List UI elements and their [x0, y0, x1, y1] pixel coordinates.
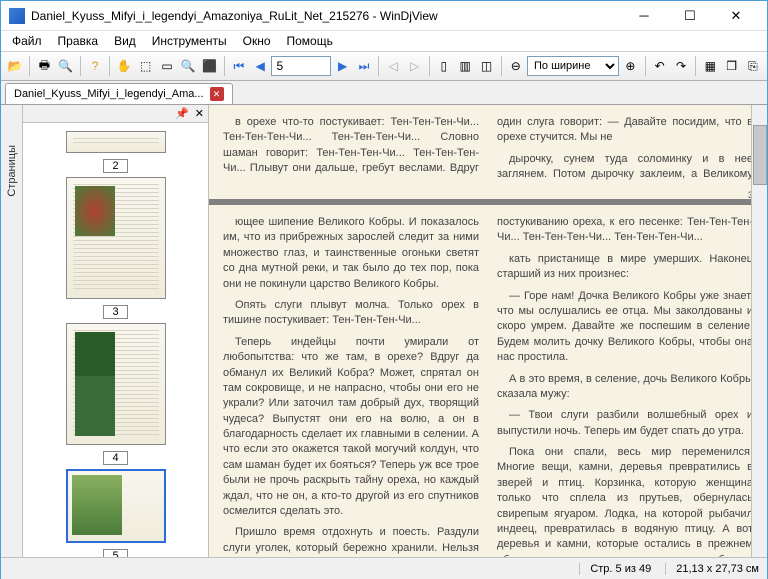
layers-icon[interactable]: ❐ — [721, 55, 741, 77]
menu-window[interactable]: Окно — [236, 32, 278, 50]
page-content: ющее шипение Великого Кобры. И показалос… — [209, 205, 767, 557]
find-icon[interactable]: 🔍 — [56, 55, 76, 77]
open-icon[interactable]: 📂 — [5, 55, 25, 77]
rect-tool-icon[interactable]: ▭ — [157, 55, 177, 77]
page-content: в орехе что-то постукивает: Тен-Тен-Тен-… — [209, 105, 767, 205]
hand-tool-icon[interactable]: ✋ — [114, 55, 134, 77]
print-icon[interactable]: 🖶 — [34, 55, 54, 77]
maximize-button[interactable]: ☐ — [667, 2, 713, 30]
scrollbar[interactable] — [751, 105, 767, 557]
status-dimensions: 21,13 x 27,73 см — [665, 563, 759, 575]
zoom-out-icon[interactable]: ⊖ — [506, 55, 526, 77]
thumbnail-list[interactable]: 2 3 4 5 — [23, 123, 208, 557]
close-button[interactable]: ✕ — [713, 2, 759, 30]
zoom-select[interactable]: По ширине — [527, 56, 619, 76]
zoom-tool-icon[interactable]: 🔍 — [178, 55, 198, 77]
menu-file[interactable]: Файл — [5, 32, 49, 50]
thumbnail-selected[interactable] — [66, 469, 166, 543]
tab-label: Daniel_Kyuss_Mifyi_i_legendyi_Ama... — [14, 88, 204, 100]
nav-back-icon[interactable]: ◁ — [383, 55, 403, 77]
thumbnail[interactable] — [66, 323, 166, 445]
thumbnail[interactable] — [66, 177, 166, 299]
thumbnail-label: 5 — [103, 549, 127, 557]
continuous-icon[interactable]: ▥ — [455, 55, 475, 77]
document-view[interactable]: в орехе что-то постукивает: Тен-Тен-Тен-… — [209, 105, 767, 557]
panel-close-icon[interactable]: ✕ — [195, 107, 204, 120]
next-page-icon[interactable]: ▶ — [332, 55, 352, 77]
first-page-icon[interactable]: ⏮ — [229, 55, 249, 77]
pin-icon[interactable]: 📌 — [175, 107, 189, 120]
document-tab[interactable]: Daniel_Kyuss_Mifyi_i_legendyi_Ama... ✕ — [5, 83, 233, 104]
prev-page-icon[interactable]: ◀ — [250, 55, 270, 77]
menubar: Файл Правка Вид Инструменты Окно Помощь — [1, 31, 767, 51]
page-number-input[interactable] — [271, 56, 331, 76]
nav-fwd-icon[interactable]: ▷ — [404, 55, 424, 77]
sidebar-tab[interactable]: Страницы — [1, 105, 23, 557]
thumbnail[interactable] — [66, 131, 166, 153]
thumbnail-header: 📌 ✕ — [23, 105, 208, 123]
main-area: Страницы 📌 ✕ 2 3 4 5 в орехе что-то пост… — [1, 105, 767, 557]
minimize-button[interactable]: ─ — [621, 2, 667, 30]
scrollbar-thumb[interactable] — [753, 125, 767, 185]
thumbnail-label: 4 — [103, 451, 127, 465]
window-title: Daniel_Kyuss_Mifyi_i_legendyi_Amazoniya_… — [31, 9, 621, 23]
tabbar: Daniel_Kyuss_Mifyi_i_legendyi_Ama... ✕ — [1, 81, 767, 105]
window-controls: ─ ☐ ✕ — [621, 2, 759, 30]
select-tool-icon[interactable]: ⬚ — [135, 55, 155, 77]
rotate-left-icon[interactable]: ↶ — [649, 55, 669, 77]
thumbnail-panel: 📌 ✕ 2 3 4 5 — [23, 105, 209, 557]
menu-help[interactable]: Помощь — [280, 32, 340, 50]
menu-view[interactable]: Вид — [107, 32, 143, 50]
marquee-tool-icon[interactable]: ⬛ — [200, 55, 220, 77]
single-page-icon[interactable]: ▯ — [434, 55, 454, 77]
toolbar: 📂 🖶 🔍 ? ✋ ⬚ ▭ 🔍 ⬛ ⏮ ◀ ▶ ⏭ ◁ ▷ ▯ ▥ ◫ ⊖ По… — [1, 51, 767, 81]
facing-icon[interactable]: ◫ — [476, 55, 496, 77]
rotate-right-icon[interactable]: ↷ — [671, 55, 691, 77]
last-page-icon[interactable]: ⏭ — [354, 55, 374, 77]
menu-tools[interactable]: Инструменты — [145, 32, 234, 50]
statusbar: Стр. 5 из 49 21,13 x 27,73 см — [1, 557, 767, 579]
copy-icon[interactable]: ⎘ — [743, 55, 763, 77]
sidebar-label: Страницы — [6, 145, 18, 197]
export-icon[interactable]: ▦ — [700, 55, 720, 77]
menu-edit[interactable]: Правка — [51, 32, 106, 50]
zoom-in-icon[interactable]: ⊕ — [620, 55, 640, 77]
app-icon — [9, 8, 25, 24]
status-page: Стр. 5 из 49 — [579, 563, 651, 575]
titlebar: Daniel_Kyuss_Mifyi_i_legendyi_Amazoniya_… — [1, 1, 767, 31]
thumbnail-label: 2 — [103, 159, 127, 173]
help-icon[interactable]: ? — [85, 55, 105, 77]
thumbnail-label: 3 — [103, 305, 127, 319]
tab-close-icon[interactable]: ✕ — [210, 87, 224, 101]
